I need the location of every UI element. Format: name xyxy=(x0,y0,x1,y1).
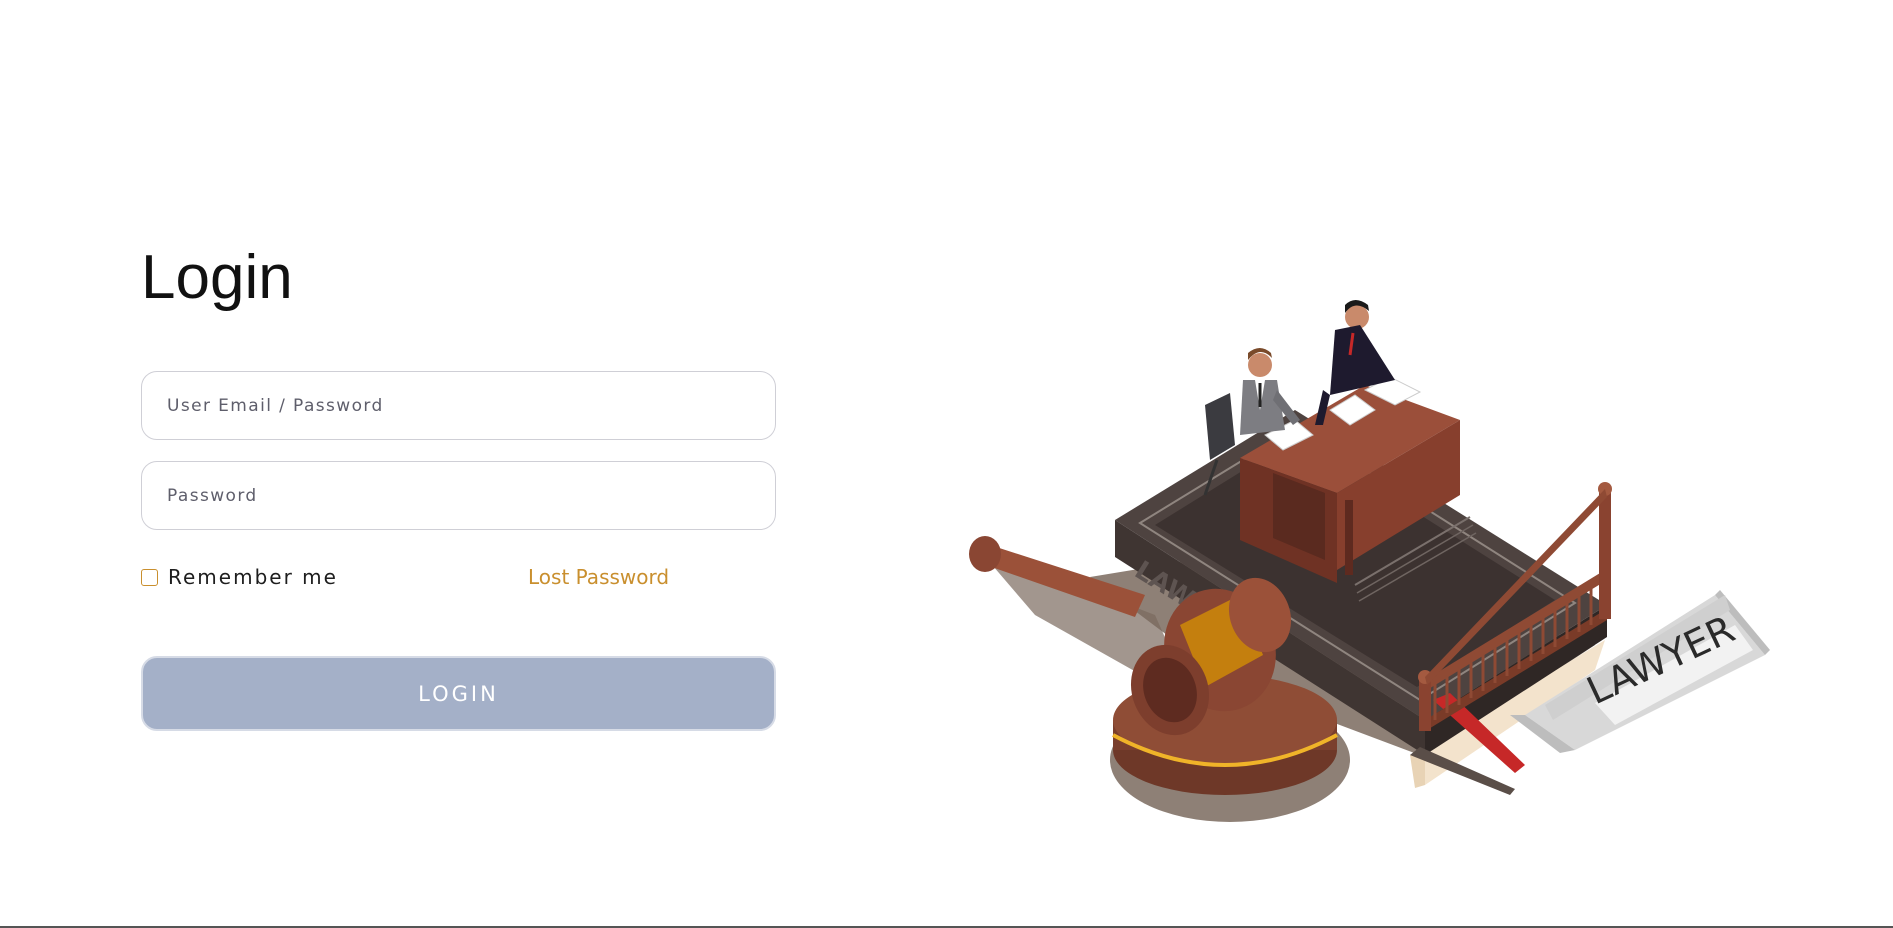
seated-man-head xyxy=(1248,353,1272,377)
remember-me-checkbox[interactable] xyxy=(141,568,158,586)
gavel-handle-end xyxy=(969,536,1001,572)
remember-me-control[interactable]: Remember me xyxy=(141,565,338,589)
email-field[interactable] xyxy=(142,372,775,439)
desk-leg xyxy=(1345,500,1353,575)
railing-post-left xyxy=(1419,677,1431,731)
login-options-row: Remember me Lost Password xyxy=(141,562,776,592)
password-field-wrapper xyxy=(141,461,776,530)
lost-password-link[interactable]: Lost Password xyxy=(528,565,669,589)
password-field[interactable] xyxy=(142,462,775,529)
page-title: Login xyxy=(141,243,293,312)
login-page: Login Remember me Lost Password LOGIN xyxy=(0,0,1893,928)
email-field-wrapper xyxy=(141,371,776,440)
law-illustration: LAW LAWYER xyxy=(969,300,1770,822)
login-form: Login Remember me Lost Password LOGIN xyxy=(141,240,776,731)
railing-post-right xyxy=(1599,489,1611,619)
remember-me-label: Remember me xyxy=(168,565,338,589)
login-button[interactable]: LOGIN xyxy=(141,656,776,731)
